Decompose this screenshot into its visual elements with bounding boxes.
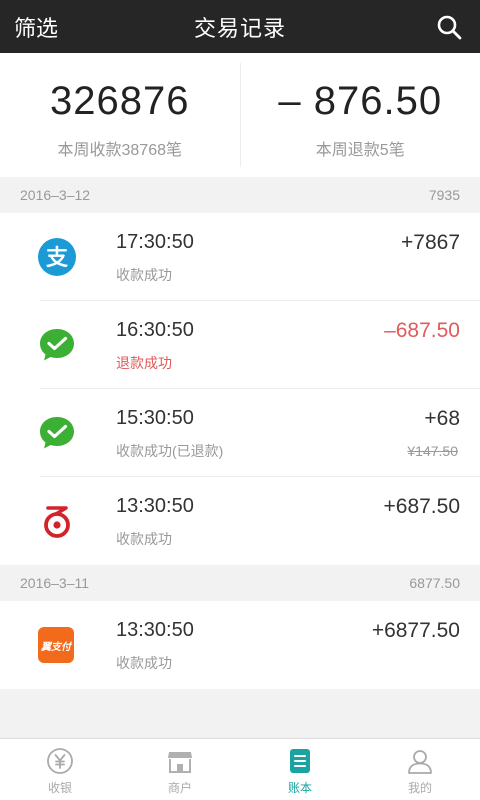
transaction-time: 13:30:50	[116, 619, 194, 641]
transaction-time: 16:30:50	[116, 319, 194, 341]
svg-text:支: 支	[46, 246, 69, 271]
search-icon	[437, 15, 462, 39]
original-amount: ¥147.50	[407, 443, 458, 459]
tab-ledger[interactable]: 账本	[240, 739, 360, 800]
date-group-header: 2016–3–12 7935	[0, 177, 480, 213]
tab-cashier[interactable]: 收银	[0, 739, 120, 800]
transaction-status: 收款成功	[116, 655, 172, 671]
page-title: 交易记录	[193, 15, 286, 41]
transaction-row[interactable]: 支 17:30:50 收款成功 +7867	[0, 213, 480, 301]
income-count-label: 本周收款38768笔	[57, 142, 183, 159]
transaction-row[interactable]: 16:30:50 退款成功 –687.50	[0, 301, 480, 389]
transaction-amount: +6877.50	[371, 619, 460, 642]
tab-profile[interactable]: 我的	[360, 739, 480, 800]
filter-button[interactable]: 筛选	[0, 11, 100, 43]
wechat-pay-icon	[40, 417, 74, 449]
bottom-tab-bar: 收银 商户 账本 我的	[0, 738, 480, 800]
group-total: 6877.50	[409, 575, 460, 591]
transaction-status: 收款成功	[116, 267, 172, 283]
transaction-status: 退款成功	[116, 355, 172, 371]
lakala-icon	[44, 506, 70, 538]
date-group-header: 2016–3–11 6877.50	[0, 565, 480, 601]
alipay-icon: 支	[38, 238, 76, 276]
search-button[interactable]	[380, 14, 480, 40]
transaction-time: 15:30:50	[116, 407, 194, 429]
transaction-amount: +68	[424, 407, 460, 430]
cashier-icon	[47, 748, 73, 774]
transaction-row[interactable]: 13:30:50 收款成功 +687.50	[0, 477, 480, 565]
wechat-pay-icon	[40, 329, 74, 361]
transaction-amount: +7867	[401, 231, 460, 254]
tab-label: 收银	[47, 781, 72, 795]
ledger-icon	[290, 749, 310, 773]
transaction-status: 收款成功	[116, 531, 172, 547]
transaction-amount: –687.50	[384, 319, 460, 342]
profile-icon	[408, 750, 432, 774]
refund-summary: – 876.50 本周退款5笔	[239, 63, 480, 167]
transaction-time: 13:30:50	[116, 495, 194, 517]
transaction-status: 收款成功(已退款)	[116, 443, 224, 459]
store-icon	[168, 752, 192, 773]
tab-label: 账本	[287, 781, 312, 795]
tab-merchant[interactable]: 商户	[120, 739, 240, 800]
income-summary: 326876 本周收款38768笔	[0, 53, 240, 177]
transaction-row[interactable]: 翼支付 13:30:50 收款成功 +6877.50	[0, 601, 480, 689]
weekly-summary: 326876 本周收款38768笔 – 876.50 本周退款5笔	[0, 53, 480, 177]
transaction-row[interactable]: 15:30:50 收款成功(已退款) +68 ¥147.50	[0, 389, 480, 477]
group-date: 2016–3–12	[20, 187, 91, 203]
group-date: 2016–3–11	[20, 575, 90, 591]
transaction-amount: +687.50	[383, 495, 461, 518]
group-total: 7935	[428, 187, 460, 203]
top-bar: 筛选 交易记录	[0, 0, 480, 53]
transaction-time: 17:30:50	[116, 231, 194, 253]
yizhifu-icon: 翼支付	[38, 627, 74, 663]
income-total: 326876	[50, 79, 190, 123]
yizhifu-icon-text: 翼支付	[41, 641, 71, 653]
refund-count-label: 本周退款5笔	[315, 142, 405, 159]
tab-label: 商户	[167, 781, 192, 795]
tab-label: 我的	[407, 781, 432, 795]
refund-total: – 876.50	[278, 79, 443, 123]
